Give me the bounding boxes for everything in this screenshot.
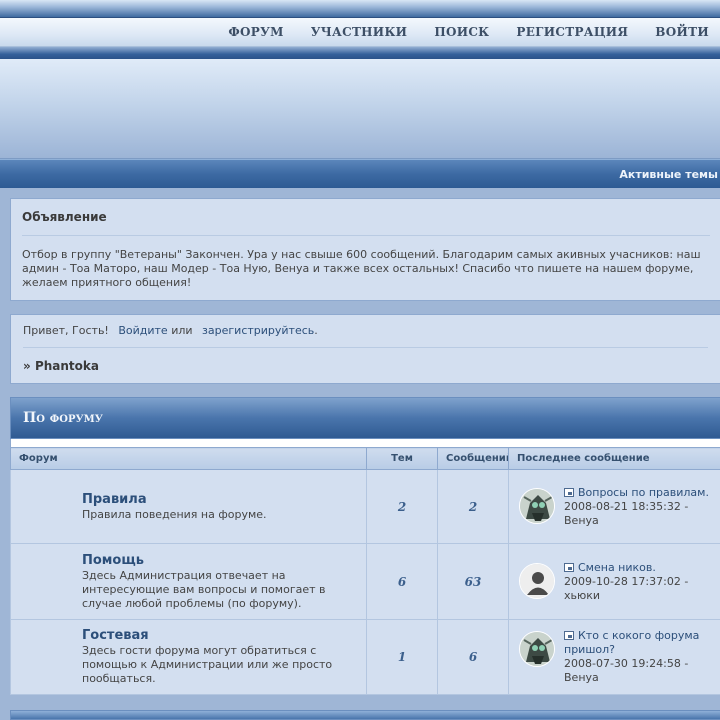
breadcrumb-forum-name[interactable]: Phantoka: [35, 359, 99, 373]
last-post-date: 2009-10-28 17:37:02 -: [564, 574, 689, 588]
col-posts: Сообщений: [437, 447, 509, 470]
sub-bar: Активные темы: [0, 159, 720, 188]
welcome-panel: Привет, Гость! Войдите или зарегистрируй…: [10, 314, 720, 384]
last-post-date: 2008-08-21 18:35:32 -: [564, 499, 689, 513]
last-post-date: 2008-07-30 19:24:58 -: [564, 657, 689, 670]
forum-description: Здесь Администрация отвечает на интересу…: [82, 568, 326, 610]
breadcrumb: » Phantoka: [23, 359, 708, 373]
robot-avatar-icon[interactable]: [519, 631, 555, 667]
last-post-cell: Смена ников. 2009-10-28 17:37:02 - хьюки: [508, 543, 720, 620]
forum-title-link[interactable]: Помощь: [82, 553, 356, 568]
forum-description: Правила поведения на форуме.: [82, 507, 267, 521]
active-topics-link[interactable]: Активные темы: [619, 168, 718, 181]
forum-title-link[interactable]: Правила: [82, 492, 356, 507]
last-post-user: Венуа: [564, 513, 599, 527]
last-post-user: хьюки: [564, 588, 601, 602]
announcement-text: Отбор в группу "Ветераны" Закончен. Ура …: [22, 248, 701, 289]
topics-count: 1: [366, 619, 438, 695]
period-text: .: [314, 324, 318, 337]
goto-post-icon[interactable]: [564, 631, 574, 640]
posts-count: 2: [437, 469, 509, 544]
table-row: Правила Правила поведения на форуме. 2 2: [10, 469, 720, 544]
goto-post-icon[interactable]: [564, 487, 574, 497]
forum-description: Здесь гости форума могут обратиться с по…: [82, 644, 333, 685]
robot-avatar-icon[interactable]: [519, 487, 555, 524]
forum-cell: Гостевая Здесь гости форума могут обрати…: [10, 619, 367, 695]
goto-post-icon[interactable]: [564, 562, 574, 572]
or-text: или: [171, 324, 193, 337]
breadcrumb-arrow: »: [23, 359, 31, 373]
category-gap: [10, 439, 720, 447]
nav-forum[interactable]: ФОРУМ: [228, 25, 283, 39]
next-category-header: [10, 710, 720, 720]
nav-register[interactable]: РЕГИСТРАЦИЯ: [516, 25, 628, 39]
register-link[interactable]: зарегистрируйтесь: [202, 324, 314, 337]
last-post-user: Венуа: [564, 671, 599, 684]
last-topic-link[interactable]: Смена ников.: [578, 561, 656, 574]
last-topic-link[interactable]: Вопросы по правилам.: [578, 486, 709, 499]
announcement-panel: Объявление Отбор в группу "Ветераны" Зак…: [10, 198, 720, 301]
nav-members[interactable]: УЧАСТНИКИ: [311, 25, 408, 39]
announcement-title: Объявление: [22, 210, 710, 236]
forum-cell: Помощь Здесь Администрация отвечает на и…: [10, 543, 367, 620]
category-header: По форуму: [10, 397, 720, 439]
category-title: По форуму: [23, 410, 103, 426]
table-header-row: Форум Тем Сообщений Последнее сообщение: [10, 447, 720, 470]
main-nav: ФОРУМ УЧАСТНИКИ ПОИСК РЕГИСТРАЦИЯ ВОЙТИ: [0, 18, 720, 47]
col-last-post: Последнее сообщение: [508, 447, 720, 470]
forum-cell: Правила Правила поведения на форуме.: [10, 469, 367, 544]
last-post-cell: Вопросы по правилам. 2008-08-21 18:35:32…: [508, 469, 720, 544]
topics-count: 2: [366, 469, 438, 544]
topics-count: 6: [366, 543, 438, 620]
content: Объявление Отбор в группу "Ветераны" Зак…: [0, 188, 720, 695]
header-banner: [0, 59, 720, 159]
default-user-avatar-icon[interactable]: [519, 562, 555, 599]
posts-count: 6: [437, 619, 509, 695]
nav-login[interactable]: ВОЙТИ: [655, 25, 709, 39]
nav-search[interactable]: ПОИСК: [434, 25, 489, 39]
last-post-info: Смена ников. 2009-10-28 17:37:02 - хьюки: [564, 561, 688, 603]
posts-count: 63: [437, 543, 509, 620]
nav-stripe: [0, 47, 720, 59]
last-post-cell: Кто с кокого форума пришол? 2008-07-30 1…: [508, 619, 720, 695]
table-row: Помощь Здесь Администрация отвечает на и…: [10, 543, 720, 620]
forum-table: Форум Тем Сообщений Последнее сообщение …: [10, 447, 720, 695]
table-row: Гостевая Здесь гости форума могут обрати…: [10, 619, 720, 695]
last-topic-link[interactable]: Кто с кокого форума пришол?: [564, 629, 699, 656]
col-topics: Тем: [366, 447, 438, 470]
welcome-line: Привет, Гость! Войдите или зарегистрируй…: [23, 324, 708, 348]
forum-title-link[interactable]: Гостевая: [82, 628, 356, 643]
greeting-text: Привет, Гость!: [23, 324, 109, 337]
last-post-info: Кто с кокого форума пришол? 2008-07-30 1…: [564, 629, 716, 685]
col-forum: Форум: [10, 447, 367, 470]
top-stripe: [0, 0, 720, 18]
last-post-info: Вопросы по правилам. 2008-08-21 18:35:32…: [564, 486, 709, 528]
login-link[interactable]: Войдите: [118, 324, 167, 337]
